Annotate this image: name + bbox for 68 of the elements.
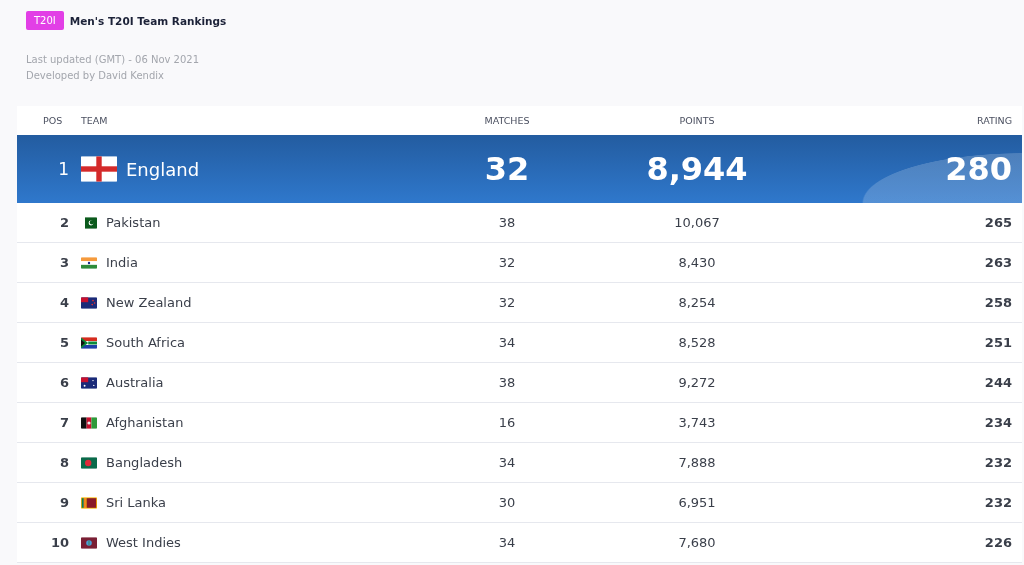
points-cell-text: 8,528 — [677, 335, 717, 350]
flag-icon — [81, 416, 97, 429]
column-header: POINTS — [678, 115, 716, 126]
team-name: Bangladesh — [106, 455, 183, 470]
page-title: Men's T20I Team Rankings — [69, 14, 227, 27]
points-cell-text: 7,680 — [677, 535, 717, 550]
rating-cell-text: 263 — [983, 255, 1013, 270]
flag-icon — [81, 155, 117, 183]
team-name: South Africa — [106, 335, 185, 350]
team-name: Afghanistan — [106, 415, 184, 430]
position-cell-text: 2 — [58, 215, 70, 230]
matches-cell-text: 32 — [497, 255, 517, 270]
matches-cell-text: 16 — [497, 415, 517, 430]
column-header: MATCHES — [483, 115, 531, 126]
flag-icon — [81, 336, 97, 349]
points-cell-text: 3,743 — [677, 415, 717, 430]
rating-cell-text: 226 — [983, 535, 1013, 550]
meta-text: Developed by David Kendix — [26, 70, 165, 81]
points-cell-text: 8,430 — [677, 255, 717, 270]
points-cell-text: 8,254 — [677, 295, 717, 310]
matches-cell-text: 34 — [497, 535, 517, 550]
team-name: England — [126, 158, 200, 180]
team-name: West Indies — [106, 535, 181, 550]
rating-cell-text: 258 — [983, 295, 1013, 310]
rating-cell-text: 251 — [983, 335, 1013, 350]
points-cell-text: 8,944 — [645, 150, 749, 188]
position-cell-text: 9 — [58, 495, 70, 510]
rating-cell-text: 280 — [944, 150, 1013, 188]
flag-icon — [81, 536, 97, 549]
column-header: POS — [42, 115, 64, 126]
team-name: Pakistan — [106, 215, 161, 230]
matches-cell-text: 30 — [497, 495, 517, 510]
rating-cell-text: 234 — [983, 415, 1013, 430]
team-name: New Zealand — [106, 295, 192, 310]
position-cell-text: 4 — [58, 295, 70, 310]
matches-cell-text: 32 — [483, 150, 531, 188]
points-cell-text: 10,067 — [673, 215, 721, 230]
position-cell-text: 7 — [58, 415, 70, 430]
team-name: Australia — [106, 375, 164, 390]
rating-cell-text: 244 — [983, 375, 1013, 390]
matches-cell-text: 38 — [497, 215, 517, 230]
position-cell-text: 10 — [49, 535, 70, 550]
position-cell-text: 1 — [57, 159, 70, 179]
flag-icon — [81, 456, 97, 469]
points-cell-text: 9,272 — [677, 375, 717, 390]
position-cell-text: 3 — [58, 255, 70, 270]
matches-cell-text: 34 — [497, 335, 517, 350]
format-badge: T20I — [26, 11, 64, 30]
team-name: Sri Lanka — [106, 495, 167, 510]
rating-cell-text: 232 — [983, 495, 1013, 510]
matches-cell-text: 34 — [497, 455, 517, 470]
meta-text: Last updated (GMT) - 06 Nov 2021 — [26, 54, 201, 65]
points-cell-text: 7,888 — [677, 455, 717, 470]
column-header: TEAM — [80, 115, 109, 126]
position-cell-text: 8 — [58, 455, 70, 470]
position-cell-text: 5 — [58, 335, 70, 350]
flag-icon — [81, 296, 97, 309]
points-cell-text: 6,951 — [677, 495, 717, 510]
team-name: India — [106, 255, 138, 270]
flag-icon — [81, 496, 97, 509]
position-cell-text: 6 — [58, 375, 70, 390]
rating-cell-text: 232 — [983, 455, 1013, 470]
column-header: RATING — [975, 115, 1013, 126]
flag-icon — [81, 256, 97, 269]
rating-cell-text: 265 — [983, 215, 1013, 230]
flag-icon — [81, 376, 97, 389]
matches-cell-text: 32 — [497, 295, 517, 310]
matches-cell-text: 38 — [497, 375, 517, 390]
